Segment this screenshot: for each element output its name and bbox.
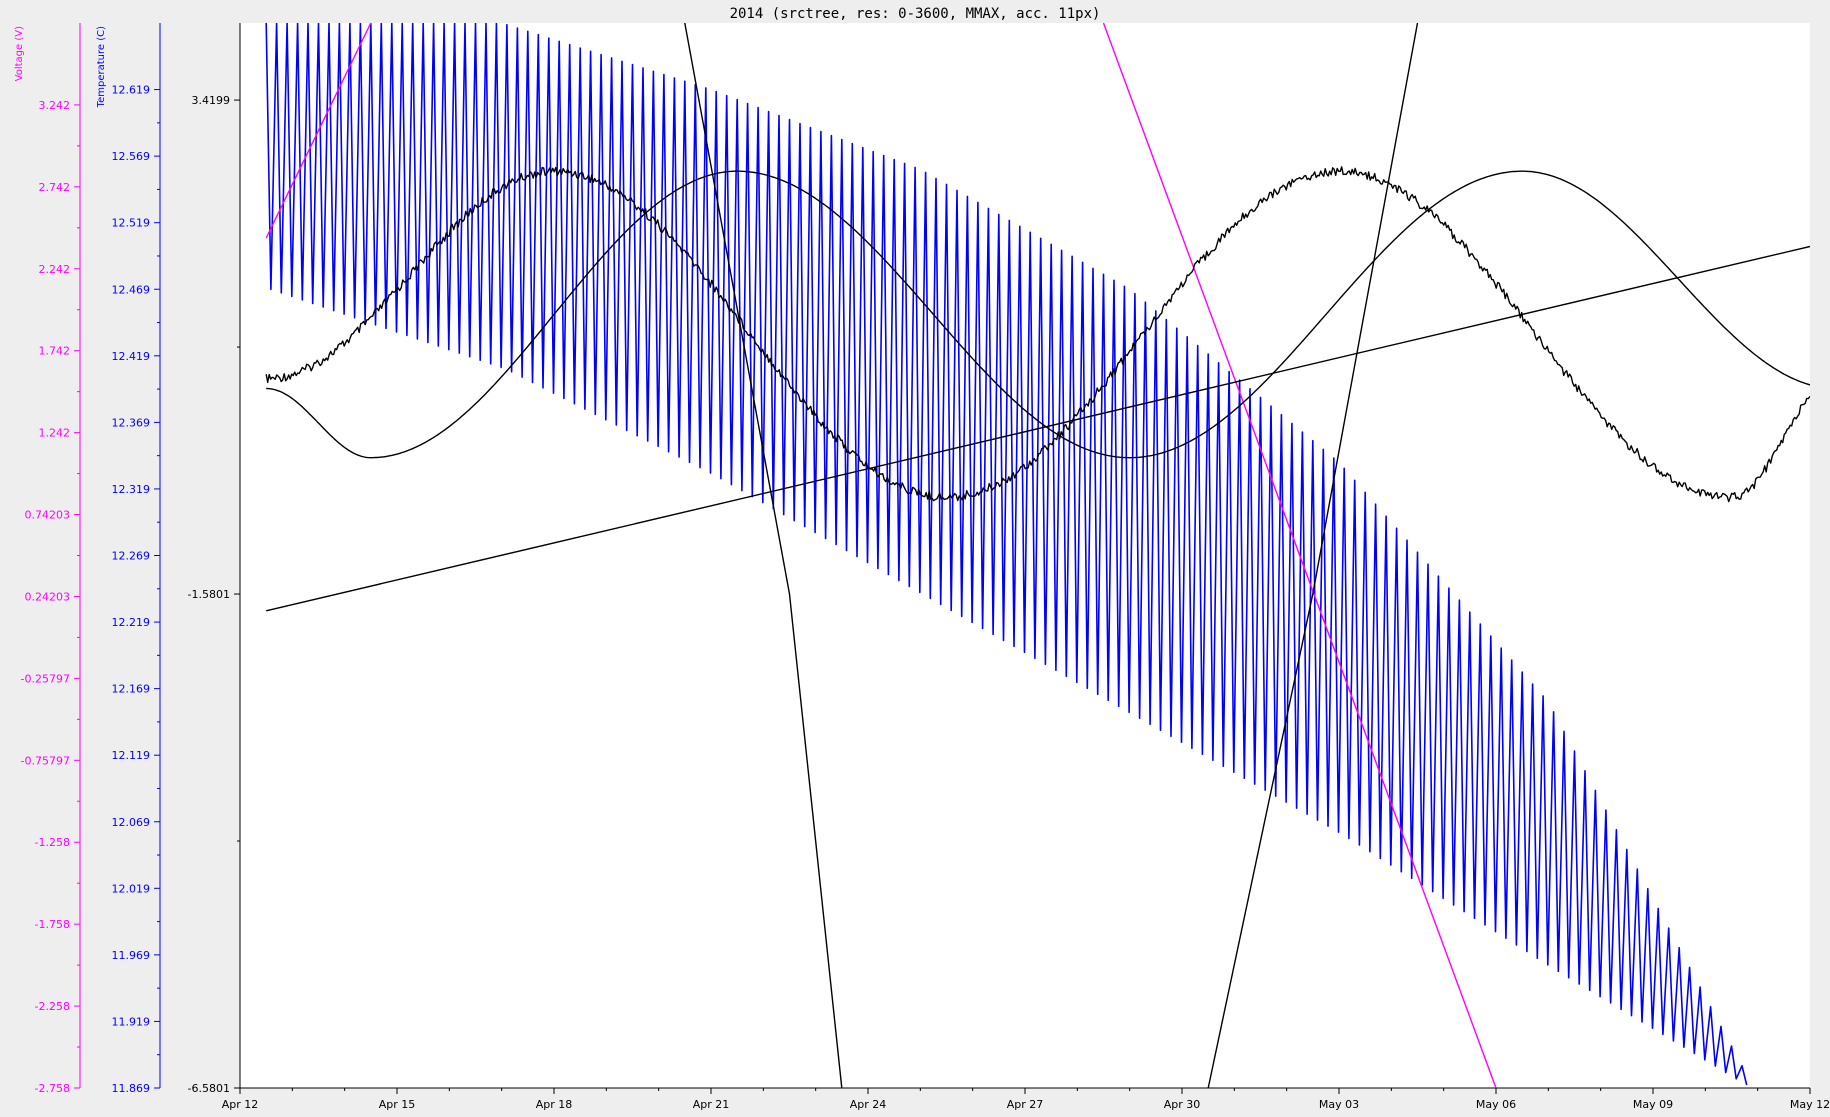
temperature-tick-label: 12.519: [112, 217, 151, 230]
temperature-axis-label: Temperature (C): [96, 26, 107, 108]
voltage-tick-label: 1.742: [39, 345, 71, 358]
temperature-tick-label: 12.419: [112, 350, 151, 363]
main-tick-label: 3.4199: [192, 94, 231, 107]
x-tick-label: Apr 18: [536, 1098, 573, 1111]
temperature-tick-label: 12.069: [112, 816, 151, 829]
voltage-tick-label: 2.242: [39, 263, 71, 276]
voltage-tick-label: 2.742: [39, 181, 71, 194]
plot-area: [240, 23, 1810, 1088]
x-tick-label: Apr 12: [222, 1098, 259, 1111]
voltage-tick-label: 1.242: [39, 427, 71, 440]
voltage-tick-label: -1.758: [35, 918, 70, 931]
temperature-tick-label: 12.119: [112, 749, 151, 762]
x-tick-label: May 06: [1476, 1098, 1516, 1111]
chart-title: 2014 (srctree, res: 0-3600, MMAX, acc. 1…: [730, 6, 1101, 22]
x-tick-label: Apr 21: [693, 1098, 730, 1111]
x-tick-label: May 03: [1319, 1098, 1359, 1111]
voltage-tick-label: -2.258: [35, 1000, 70, 1013]
temperature-tick-label: 12.369: [112, 416, 151, 429]
x-tick-label: May 12: [1790, 1098, 1830, 1111]
temperature-tick-label: 12.269: [112, 550, 151, 563]
x-tick-label: Apr 27: [1007, 1098, 1044, 1111]
voltage-axis-label: Voltage (V): [14, 26, 25, 81]
voltage-tick-label: -1.258: [35, 836, 70, 849]
chart: 2014 (srctree, res: 0-3600, MMAX, acc. 1…: [0, 0, 1830, 1117]
x-tick-label: May 09: [1633, 1098, 1673, 1111]
voltage-tick-label: 3.242: [39, 99, 71, 112]
main-tick-label: -1.5801: [188, 588, 230, 601]
temperature-tick-label: 12.019: [112, 882, 151, 895]
main-tick-label: -6.5801: [188, 1082, 230, 1095]
temperature-tick-label: 11.969: [112, 949, 151, 962]
x-tick-label: Apr 15: [379, 1098, 416, 1111]
x-tick-label: Apr 30: [1164, 1098, 1201, 1111]
temperature-tick-label: 12.169: [112, 683, 151, 696]
voltage-tick-label: -0.25797: [21, 672, 70, 685]
temperature-tick-label: 11.869: [112, 1082, 151, 1095]
temperature-tick-label: 12.219: [112, 616, 151, 629]
voltage-tick-label: 0.24203: [25, 590, 71, 603]
x-tick-label: Apr 24: [850, 1098, 887, 1111]
temperature-tick-label: 12.469: [112, 283, 151, 296]
temperature-tick-label: 12.569: [112, 150, 151, 163]
temperature-tick-label: 12.319: [112, 483, 151, 496]
voltage-tick-label: 0.74203: [25, 509, 71, 522]
voltage-tick-label: -0.75797: [21, 754, 70, 767]
voltage-tick-label: -2.758: [35, 1082, 70, 1095]
temperature-tick-label: 11.919: [112, 1015, 151, 1028]
temperature-tick-label: 12.619: [112, 84, 151, 97]
